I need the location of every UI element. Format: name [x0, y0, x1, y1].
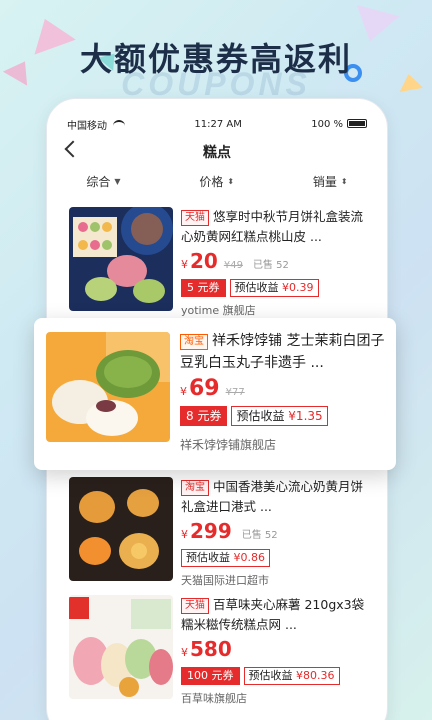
estimate-badge: 预估收益 ¥1.35 [231, 406, 328, 426]
product-item[interactable]: 天猫 百草味夹心麻薯 210gx3袋糯米糍传统糕点网 ... ¥ 580 100 … [47, 591, 387, 709]
page-title: 糕点 [203, 145, 231, 161]
product-price: 69 [189, 376, 220, 401]
currency-symbol: ¥ [181, 528, 188, 541]
banner-headline: 大额优惠券高返利 [79, 40, 352, 78]
shop-name[interactable]: 祥禾饽饽铺旗舰店 [180, 434, 386, 456]
product-title: 天猫 百草味夹心麻薯 210gx3袋糯米糍传统糕点网 ... [181, 597, 365, 632]
sold-count: 已售 52 [241, 530, 278, 541]
sold-count: 已售 52 [252, 260, 289, 271]
product-item[interactable]: 天猫 悠享时中秋节月饼礼盒装流心奶黄网红糕点桃山皮 ... ¥ 20 ¥49 已售… [47, 203, 387, 321]
product-title: 淘宝 中国香港美心流心奶黄月饼礼盒进口港式 ... [181, 479, 364, 514]
wifi-icon [113, 120, 125, 128]
product-title: 天猫 悠享时中秋节月饼礼盒装流心奶黄网红糕点桃山皮 ... [181, 209, 364, 244]
platform-tag: 淘宝 [180, 334, 208, 350]
product-image [69, 207, 173, 311]
original-price: ¥77 [225, 387, 245, 398]
battery-icon [347, 119, 367, 128]
product-image [69, 595, 173, 699]
status-bar: 中国移动 11:27 AM 100 % [47, 111, 387, 137]
shop-name[interactable]: 百草味旗舰店 [181, 689, 373, 709]
shop-name[interactable]: 天猫国际进口超市 [181, 571, 373, 591]
product-price: 580 [190, 637, 232, 661]
nav-bar: 糕点 [47, 137, 387, 167]
sort-sales[interactable]: 销量 ⬍ [313, 173, 348, 190]
coupon-badge[interactable]: 100 元券 [181, 667, 240, 685]
currency-symbol: ¥ [180, 385, 187, 398]
coupon-badge[interactable]: 5 元券 [181, 279, 226, 297]
sort-updown-icon: ⬍ [340, 176, 348, 186]
carrier-label: 中国移动 [67, 120, 107, 132]
status-time: 11:27 AM [194, 118, 242, 130]
original-price: ¥49 [223, 260, 243, 271]
product-image [69, 477, 173, 581]
sort-bar: 综合 ▼ 价格 ⬍ 销量 ⬍ [47, 167, 387, 195]
product-price: 20 [190, 249, 218, 273]
product-title: 淘宝 祥禾饽饽铺 芝士茉莉白团子豆乳白玉丸子非遗手 ... [180, 333, 385, 371]
featured-product-card[interactable]: 淘宝 祥禾饽饽铺 芝士茉莉白团子豆乳白玉丸子非遗手 ... ¥ 69 ¥77 8 … [34, 318, 396, 470]
platform-tag: 淘宝 [181, 480, 209, 496]
platform-tag: 天猫 [181, 210, 209, 226]
sort-price[interactable]: 价格 ⬍ [199, 173, 234, 190]
currency-symbol: ¥ [181, 646, 188, 659]
currency-symbol: ¥ [181, 258, 188, 271]
coupon-badge[interactable]: 8 元券 [180, 406, 228, 426]
caret-down-icon: ▼ [114, 176, 121, 186]
sort-updown-icon: ⬍ [227, 176, 235, 186]
estimate-badge: 预估收益 ¥0.86 [181, 549, 270, 567]
product-item[interactable]: 淘宝 中国香港美心流心奶黄月饼礼盒进口港式 ... ¥ 299 已售 52 预估收… [47, 473, 387, 591]
product-image [46, 332, 170, 442]
battery-status: 100 % [311, 119, 367, 130]
platform-tag: 天猫 [181, 598, 209, 614]
product-price: 299 [190, 519, 232, 543]
sort-comprehensive[interactable]: 综合 ▼ [86, 173, 120, 190]
back-icon[interactable] [64, 140, 82, 158]
estimate-badge: 预估收益 ¥0.39 [229, 279, 319, 297]
estimate-badge: 预估收益 ¥80.36 [243, 667, 340, 685]
